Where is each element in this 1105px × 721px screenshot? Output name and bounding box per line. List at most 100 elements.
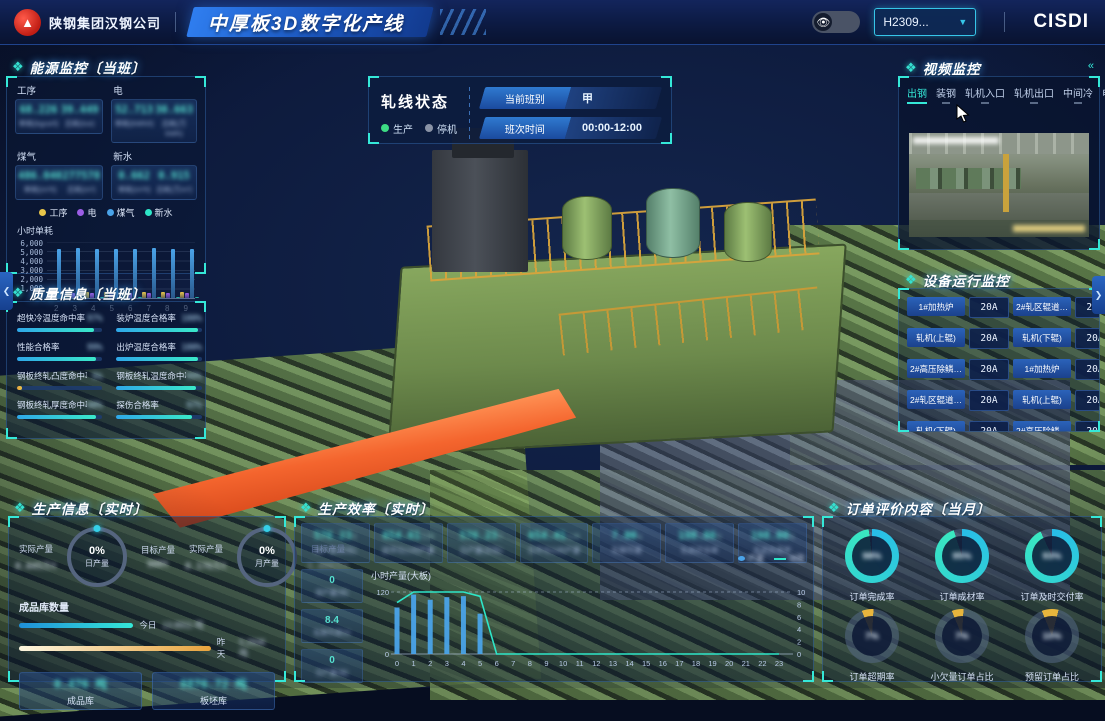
hourly-output-chart: 产量块数 小时产量(大板) 01234567891011121314151617…	[371, 569, 807, 683]
energy-value: 68.226	[18, 104, 59, 116]
efficiency-panel: 576.23t班产量(实际)654.61t/h班平均小时产量576.23t日产量…	[294, 516, 814, 682]
line-select-dropdown[interactable]: H2309... ▼	[874, 8, 976, 36]
energy-card: 工序68.226单耗(kgce/t)39.449总耗(tce)	[15, 81, 103, 143]
warehouse-box: 0.476 吨成品库	[19, 672, 142, 710]
legend-item: 工序	[39, 206, 67, 219]
legend-label: 工序	[49, 206, 67, 219]
svg-text:2: 2	[797, 638, 801, 647]
status-rows: 当前班别甲班次时间00:00-12:00	[482, 87, 659, 139]
target-output-label: 目标产量	[135, 544, 181, 556]
legend-label: 电	[87, 206, 96, 219]
quality-metric: 超快冷温度命中率97%	[17, 312, 102, 332]
eye-icon: 👁	[814, 13, 832, 31]
video-panel: 出钢装钢轧机入口轧机出口中间冷电加热	[898, 76, 1100, 250]
efficiency-stat-card: 576.23t日产量(实际)	[447, 523, 516, 563]
quality-value: 5%	[92, 372, 102, 382]
actual-output-label: 实际产量	[13, 543, 59, 555]
video-tab-5[interactable]: 中间冷	[1063, 85, 1093, 104]
donut-label: 预留订单占比	[1025, 670, 1079, 683]
donut-value: 98%	[862, 551, 881, 562]
equipment-name-chip: 2#高压除鳞…	[1013, 421, 1071, 431]
energy-card-name: 煤气	[17, 149, 103, 163]
efficiency-mini-card: 8.4轧制节奏(s)	[301, 609, 363, 643]
donut-value: 7%	[865, 631, 879, 642]
efficiency-mini-card: 0日产量(块)	[301, 649, 363, 683]
video-feed[interactable]	[909, 133, 1089, 237]
y-tick: 4,000	[20, 257, 43, 266]
energy-unit-label: 单耗(kWh/t)	[114, 118, 154, 129]
quality-metric: 钢板终轧温度命中率99%	[116, 370, 201, 390]
mini-value: 0	[329, 575, 335, 586]
collapse-left-button[interactable]: ❮	[0, 272, 13, 310]
mini-label: 轧制节奏(s)	[314, 628, 350, 638]
line-status-title: 轧线状态	[381, 91, 457, 112]
hourly-chart-svg: 0123456789101112131415161718192021222312…	[371, 582, 807, 678]
order-donut-grid: 98%订单完成率95%订单成材率93%订单及时交付率7%订单超期率7%小欠量订单…	[823, 517, 1101, 683]
status-legend-label: 生产	[393, 121, 413, 136]
quality-metric: 性能合格率99%	[17, 341, 102, 361]
production-panel-title: 生产信息〔实时〕	[32, 498, 148, 518]
quality-value: 97%	[87, 314, 102, 324]
equipment-current-value: 20A	[969, 390, 1009, 411]
energy-card: 电52.713单耗(kWh/t)30.663总耗(万kWh)	[111, 81, 197, 143]
video-tab-2[interactable]: 装钢	[936, 85, 956, 104]
efficiency-stat-card: 576.23t班产量(实际)	[301, 523, 370, 563]
svg-text:0: 0	[395, 659, 399, 668]
equipment-name-chip: 轧机(上辊)	[907, 328, 965, 347]
svg-text:18: 18	[692, 659, 700, 668]
status-row-value: 00:00-12:00	[582, 122, 642, 134]
video-panel-header: ❖ 视频监控	[905, 58, 981, 78]
equipment-name-chip: 2#轧区辊道…	[907, 390, 965, 409]
energy-legend: 工序电煤气新水	[7, 206, 205, 219]
equipment-row: 1#加热炉20A2#轧区辊道…20A	[907, 297, 1091, 318]
video-tab-1[interactable]: 出钢	[907, 85, 927, 104]
status-row-label: 当前班别	[505, 91, 545, 106]
svg-text:15: 15	[642, 659, 650, 668]
svg-text:8: 8	[528, 659, 532, 668]
video-tab-3[interactable]: 轧机入口	[965, 85, 1005, 104]
video-tab-4[interactable]: 轧机出口	[1014, 85, 1054, 104]
header-decor-slashes	[440, 9, 486, 35]
equipment-panel-title: 设备运行监控	[923, 270, 1010, 290]
order-donut: 7%小欠量订单占比	[919, 609, 1005, 683]
stat-value: 576.23t	[460, 530, 503, 542]
quality-label: 钢板终轧凸度命中率	[17, 370, 87, 382]
equipment-name-chip: 1#加热炉	[907, 297, 965, 316]
quality-label: 超快冷温度命中率	[17, 312, 85, 324]
quality-panel: 超快冷温度命中率97%装炉温度合格率100%性能合格率99%出炉温度合格率100…	[6, 301, 206, 439]
energy-card-name: 电	[113, 83, 197, 97]
actual-output-value: 0.045万t	[13, 559, 59, 572]
svg-text:4: 4	[461, 659, 465, 668]
visibility-toggle[interactable]: 👁	[812, 11, 860, 33]
quality-label: 装炉温度合格率	[116, 312, 176, 324]
status-row: 当前班别甲	[479, 87, 662, 109]
mini-label: 班产量(块)	[316, 588, 349, 598]
energy-value: 277578	[62, 170, 100, 182]
equipment-name-chip: 2#高压除鳞…	[907, 359, 965, 378]
status-legend-label: 停机	[437, 121, 457, 136]
energy-card-name: 工序	[17, 83, 103, 97]
quality-value: 99%	[87, 343, 102, 353]
quality-metrics-grid: 超快冷温度命中率97%装炉温度合格率100%性能合格率99%出炉温度合格率100…	[7, 302, 205, 429]
svg-text:22: 22	[758, 659, 766, 668]
video-expand-button[interactable]: «	[1088, 60, 1094, 72]
y-tick: 3,000	[20, 266, 43, 275]
efficiency-stat-card: 7.00s轧制节奏	[592, 523, 661, 563]
orders-panel-title: 订单评价内容〔当月〕	[846, 498, 991, 518]
energy-value: 30.663	[154, 104, 194, 116]
energy-cards: 工序68.226单耗(kgce/t)39.449总耗(tce)电52.713单耗…	[7, 77, 205, 200]
collapse-right-button[interactable]: ❯	[1092, 276, 1105, 314]
stock-bar-value: 13.8911 吨	[162, 619, 203, 631]
equipment-current-value: 20A	[1075, 359, 1099, 380]
production-panel-header: ❖ 生产信息〔实时〕	[14, 498, 148, 518]
stat-value: 576.23t	[314, 530, 357, 542]
donut-value: 95%	[952, 551, 971, 562]
efficiency-stats: 576.23t班产量(实际)654.61t/h班平均小时产量576.23t日产量…	[295, 517, 813, 563]
stock-bar-row: 今日13.8911 吨	[19, 619, 275, 631]
donut-label: 订单完成率	[849, 590, 894, 603]
stat-value: 654.41t/h	[528, 530, 580, 542]
company-name: 陕钢集团汉钢公司	[49, 13, 161, 32]
efficiency-mini-card: 0 班产量(块)	[301, 569, 363, 603]
quality-label: 钢板终轧厚度命中率	[17, 399, 87, 411]
stock-bar-value: 5.2936 吨	[239, 637, 275, 659]
